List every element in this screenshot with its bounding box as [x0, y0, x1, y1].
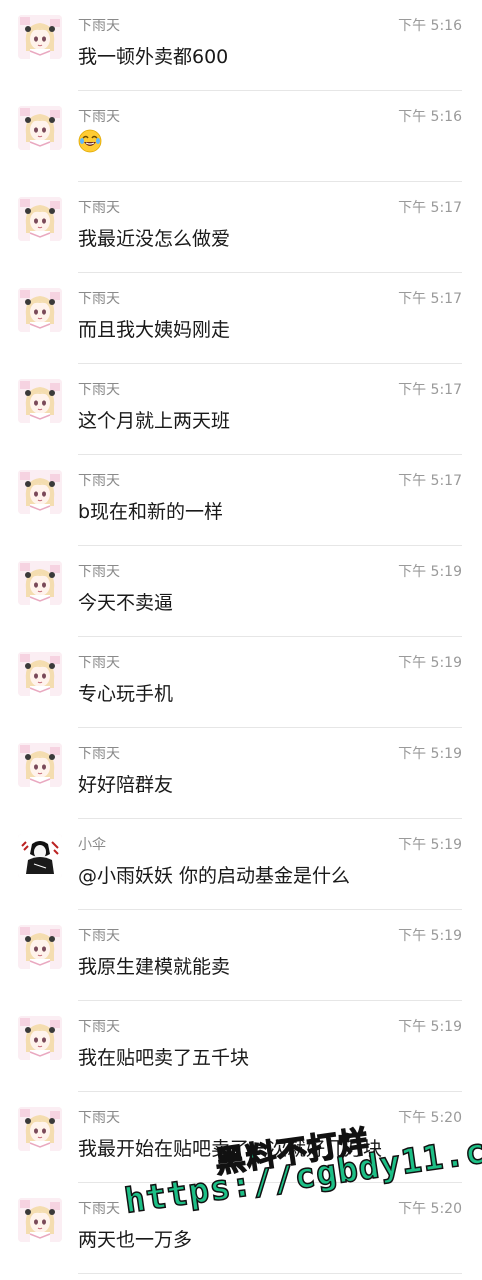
- message-text: 我最近没怎么做爱: [78, 228, 231, 250]
- chat-message-row[interactable]: 下雨天 下午 5:19 我在贴吧卖了五千块: [0, 1001, 482, 1092]
- message-text: @小雨妖妖 你的启动基金是什么: [78, 865, 351, 887]
- anime-girl-avatar-icon[interactable]: [18, 15, 62, 59]
- message-text: b现在和新的一样: [78, 501, 224, 523]
- message-time: 下午 5:17: [398, 473, 462, 489]
- chat-message-row[interactable]: 小伞 下午 5:19 @小雨妖妖 你的启动基金是什么: [0, 819, 482, 910]
- chat-message-row[interactable]: 下雨天 下午 5:16: [0, 91, 482, 182]
- chat-message-row[interactable]: 下雨天 下午 5:19 我原生建模就能卖: [0, 910, 482, 1001]
- chat-message-row[interactable]: 下雨天 下午 5:17 这个月就上两天班: [0, 364, 482, 455]
- anime-girl-avatar-icon[interactable]: [18, 288, 62, 332]
- sender-name: 下雨天: [78, 1201, 120, 1217]
- chat-message-row[interactable]: 下雨天 下午 5:19 专心玩手机: [0, 637, 482, 728]
- message-text: 我一顿外卖都600: [78, 46, 229, 68]
- chat-message-row[interactable]: 下雨天 下午 5:19 好好陪群友: [0, 728, 482, 819]
- sender-name: 下雨天: [78, 382, 120, 398]
- anime-girl-avatar-icon[interactable]: [18, 743, 62, 787]
- sender-name: 下雨天: [78, 746, 120, 762]
- message-text: 两天也一万多: [78, 1229, 193, 1251]
- ink-figure-avatar-icon[interactable]: [18, 834, 62, 878]
- sender-name: 下雨天: [78, 1110, 120, 1126]
- message-text: 而且我大姨妈刚走: [78, 319, 231, 341]
- chat-message-row[interactable]: 下雨天 下午 5:17 而且我大姨妈刚走: [0, 273, 482, 364]
- message-text: 这个月就上两天班: [78, 410, 231, 432]
- chat-message-row[interactable]: 下雨天 下午 5:17 我最近没怎么做爱: [0, 182, 482, 273]
- message-time: 下午 5:16: [398, 109, 462, 125]
- sender-name: 下雨天: [78, 291, 120, 307]
- sender-name: 下雨天: [78, 655, 120, 671]
- chat-message-row[interactable]: 下雨天 下午 5:16 我一顿外卖都600: [0, 0, 482, 91]
- message-time: 下午 5:17: [398, 200, 462, 216]
- anime-girl-avatar-icon[interactable]: [18, 652, 62, 696]
- message-time: 下午 5:19: [398, 746, 462, 762]
- anime-girl-avatar-icon[interactable]: [18, 106, 62, 150]
- anime-girl-avatar-icon[interactable]: [18, 470, 62, 514]
- message-time: 下午 5:20: [398, 1201, 462, 1217]
- anime-girl-avatar-icon[interactable]: [18, 1016, 62, 1060]
- message-time: 下午 5:17: [398, 382, 462, 398]
- sender-name: 下雨天: [78, 928, 120, 944]
- anime-girl-avatar-icon[interactable]: [18, 197, 62, 241]
- sender-name: 下雨天: [78, 564, 120, 580]
- message-time: 下午 5:17: [398, 291, 462, 307]
- message-time: 下午 5:19: [398, 1019, 462, 1035]
- message-time: 下午 5:16: [398, 18, 462, 34]
- anime-girl-avatar-icon[interactable]: [18, 561, 62, 605]
- message-time: 下午 5:20: [398, 1110, 462, 1126]
- message-time: 下午 5:19: [398, 655, 462, 671]
- anime-girl-avatar-icon[interactable]: [18, 1107, 62, 1151]
- message-text: 今天不卖逼: [78, 592, 174, 614]
- sender-name: 小伞: [78, 837, 106, 853]
- sender-name: 下雨天: [78, 1019, 120, 1035]
- message-time: 下午 5:19: [398, 564, 462, 580]
- sender-name: 下雨天: [78, 109, 120, 125]
- anime-girl-avatar-icon[interactable]: [18, 925, 62, 969]
- laughing-crying-emoji-icon: [78, 129, 102, 160]
- anime-girl-avatar-icon[interactable]: [18, 1198, 62, 1242]
- message-text: 好好陪群友: [78, 774, 174, 796]
- row-divider: [78, 1273, 462, 1274]
- message-time: 下午 5:19: [398, 837, 462, 853]
- message-text: 专心玩手机: [78, 683, 174, 705]
- chat-message-row[interactable]: 下雨天 下午 5:17 b现在和新的一样: [0, 455, 482, 546]
- chat-message-row[interactable]: 下雨天 下午 5:19 今天不卖逼: [0, 546, 482, 637]
- anime-girl-avatar-icon[interactable]: [18, 379, 62, 423]
- message-time: 下午 5:19: [398, 928, 462, 944]
- message-text: 我原生建模就能卖: [78, 956, 231, 978]
- chat-message-list: 下雨天 下午 5:16 我一顿外卖都600 下雨天 下午 5:16 下雨天 下午 5:17 我…: [0, 0, 482, 1280]
- sender-name: 下雨天: [78, 18, 120, 34]
- sender-name: 下雨天: [78, 200, 120, 216]
- sender-name: 下雨天: [78, 473, 120, 489]
- message-text: 我在贴吧卖了五千块: [78, 1047, 250, 1069]
